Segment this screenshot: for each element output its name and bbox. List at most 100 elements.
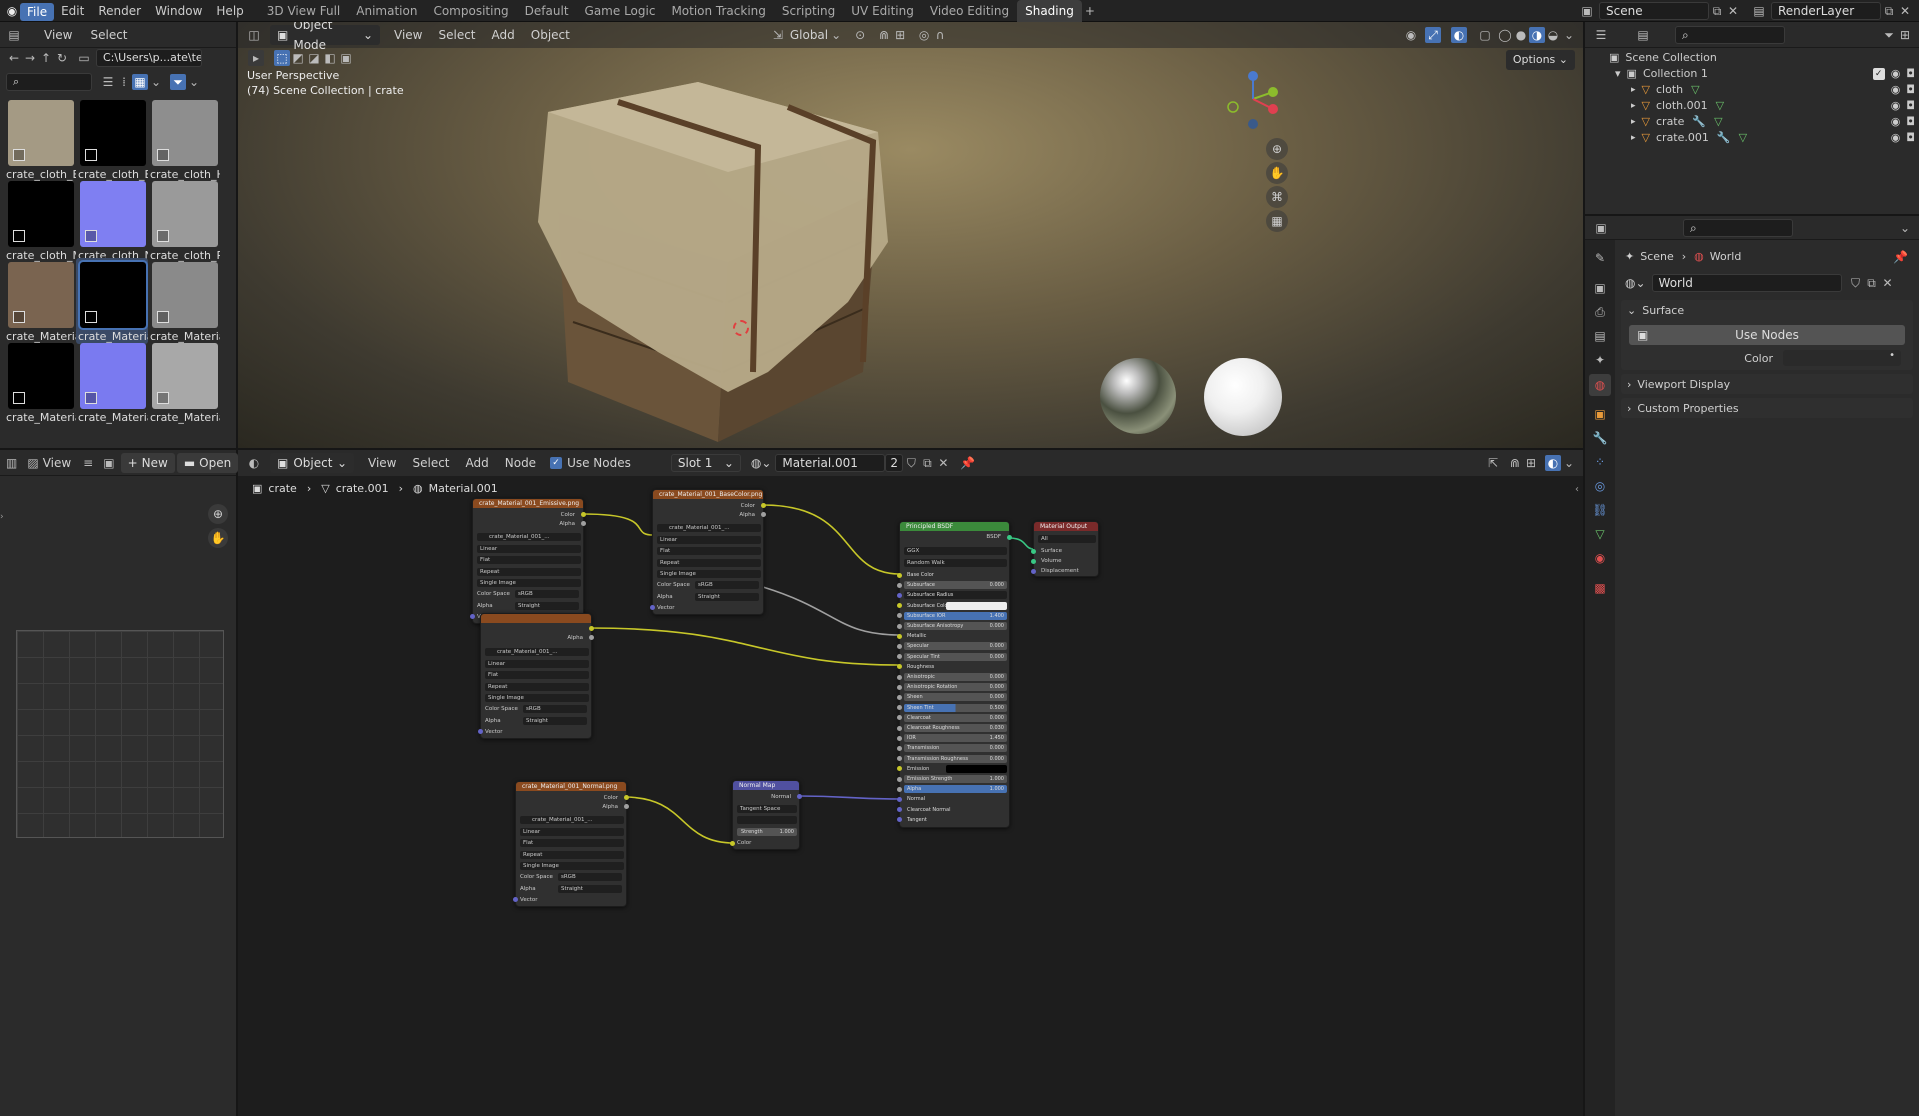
close-layer-icon[interactable]: ✕ xyxy=(1897,3,1913,19)
ortho-grid-icon[interactable]: ▦ xyxy=(1266,210,1288,232)
bsdf-input-row[interactable]: Alpha 1.000 xyxy=(897,785,1007,794)
snap-target-icon[interactable]: ⊞ xyxy=(892,27,908,43)
socket-alpha-out[interactable] xyxy=(589,635,594,640)
socket-vector-in[interactable] xyxy=(513,897,518,902)
render-tab-icon[interactable]: ▣ xyxy=(1592,280,1608,296)
outliner-collection-1[interactable]: ▾ ▣ Collection 1 ✓ ◉ ◘ xyxy=(1615,66,1915,82)
bsdf-input-row[interactable]: IOR 1.450 xyxy=(897,734,1007,743)
input-socket[interactable] xyxy=(897,735,902,741)
select-invert-icon[interactable]: ◧ xyxy=(322,50,338,66)
render-camera-icon[interactable]: ◘ xyxy=(1906,130,1915,146)
snap-icon[interactable]: ⋒ xyxy=(876,27,892,43)
file-thumbnail[interactable]: crate_Materia... xyxy=(4,258,76,344)
input-socket[interactable] xyxy=(897,643,902,649)
file-thumbnail[interactable]: crate_Materia... xyxy=(148,258,220,344)
copy-layer-icon[interactable]: ⧉ xyxy=(1881,3,1897,19)
chevron-down-icon[interactable]: ⌄ xyxy=(1561,27,1577,43)
editor-type-icon[interactable]: ◫ xyxy=(246,27,262,43)
orientation-dropdown[interactable]: Global xyxy=(790,28,828,42)
file-thumbnail[interactable]: crate_cloth_N... xyxy=(76,177,148,263)
collapse-right-icon[interactable]: ‹ xyxy=(1575,484,1579,495)
add-workspace-icon[interactable]: + xyxy=(1082,3,1098,19)
file-thumbnail[interactable]: crate_Materia... xyxy=(76,339,148,425)
bsdf-input-row[interactable]: Subsurface Color xyxy=(897,601,1007,610)
texture-tab-icon[interactable]: ▩ xyxy=(1592,580,1608,596)
crate-model[interactable] xyxy=(518,72,938,448)
camera-icon[interactable]: ⌘ xyxy=(1266,186,1288,208)
extension-dropdown[interactable]: Repeat xyxy=(477,568,581,576)
file-thumbnail[interactable]: crate_cloth_E... xyxy=(76,96,148,182)
menu-edit[interactable]: Edit xyxy=(54,0,91,22)
zoom-icon[interactable]: ⊕ xyxy=(208,504,228,524)
chevron-right-icon[interactable]: ▸ xyxy=(1631,114,1636,130)
socket-color-out[interactable] xyxy=(589,626,594,631)
projection-dropdown[interactable]: Flat xyxy=(520,839,624,847)
path-field[interactable]: C:\Users\p...ate\texture\ xyxy=(96,49,202,67)
shading-material-icon[interactable]: ◑ xyxy=(1529,27,1545,43)
shading-rendered-icon[interactable]: ◒ xyxy=(1545,27,1561,43)
physics-tab-icon[interactable]: ◎ xyxy=(1592,478,1608,494)
node-title[interactable]: Material Output xyxy=(1034,522,1098,531)
material-output-node[interactable]: Material Output All Surface Volume Displ… xyxy=(1031,521,1099,577)
parent-dir-icon[interactable]: ↑ xyxy=(38,50,54,66)
menu-window[interactable]: Window xyxy=(148,0,209,22)
workspace-tab-video-editing[interactable]: Video Editing xyxy=(922,0,1017,22)
use-nodes-button[interactable]: ▣ Use Nodes xyxy=(1629,325,1905,345)
workspace-tab-animation[interactable]: Animation xyxy=(348,0,425,22)
output-tab-icon[interactable]: ⎙ xyxy=(1592,304,1608,320)
file-thumbnail[interactable]: crate_cloth_R... xyxy=(148,177,220,263)
workspace-tab-3d-view-full[interactable]: 3D View Full xyxy=(259,0,349,22)
eye-icon[interactable]: ◉ xyxy=(1891,82,1901,98)
socket-displacement-in[interactable] xyxy=(1031,569,1036,574)
fb-menu-select[interactable]: Select xyxy=(90,28,127,42)
input-socket[interactable] xyxy=(897,817,902,823)
interpolation-dropdown[interactable]: Linear xyxy=(520,828,624,836)
distribution-dropdown[interactable]: GGX xyxy=(904,547,1007,555)
input-socket[interactable] xyxy=(897,572,902,578)
workspace-tab-default[interactable]: Default xyxy=(517,0,577,22)
image-selector[interactable]: crate_Material_001_... xyxy=(485,648,589,656)
editor-type-icon[interactable]: ▣ xyxy=(1593,220,1609,236)
data-tab-icon[interactable]: ▽ xyxy=(1592,526,1608,542)
filter-dropdown-icon[interactable]: ⌄ xyxy=(186,74,202,90)
color-swatch[interactable]: • xyxy=(1783,350,1901,366)
properties-search-input[interactable]: ⌕ xyxy=(1683,218,1793,237)
unlink-icon[interactable]: ✕ xyxy=(1880,275,1896,291)
workspace-tab-motion-tracking[interactable]: Motion Tracking xyxy=(663,0,773,22)
bsdf-input-row[interactable]: Clearcoat Normal xyxy=(897,806,1007,814)
input-socket[interactable] xyxy=(897,633,902,639)
toolbar-toggle-icon[interactable]: ▸ xyxy=(248,50,264,66)
fb-menu-view[interactable]: View xyxy=(44,28,72,42)
eye-icon[interactable]: ◉ xyxy=(1891,98,1901,114)
custom-properties-panel[interactable]: › Custom Properties xyxy=(1621,398,1913,418)
node-title[interactable]: Normal Map xyxy=(733,781,799,790)
image-texture-node-normal[interactable]: crate_Material_001_Normal.png Color Alph… xyxy=(513,781,629,907)
editor-type-icon[interactable]: ▥ xyxy=(6,455,17,471)
new-folder-icon[interactable]: ▭ xyxy=(76,50,92,66)
extension-dropdown[interactable]: Repeat xyxy=(520,851,624,859)
xray-icon[interactable]: ▢ xyxy=(1477,27,1493,43)
render-camera-icon[interactable]: ◘ xyxy=(1906,82,1915,98)
render-layer-field[interactable]: RenderLayer xyxy=(1771,1,1881,20)
outliner-search-input[interactable]: ⌕ xyxy=(1675,25,1785,44)
material-tab-icon[interactable]: ◉ xyxy=(1592,550,1608,566)
normal-map-node[interactable]: Normal Map Normal Tangent Space Strength… xyxy=(730,780,802,850)
vp-menu-object[interactable]: Object xyxy=(531,28,570,42)
principled-bsdf-node[interactable]: Principled BSDF BSDF GGX Random Walk Bas… xyxy=(897,521,1012,828)
image-selector[interactable]: crate_Material_001_... xyxy=(657,524,761,532)
socket-normal-out[interactable] xyxy=(797,794,802,799)
refresh-icon[interactable]: ↻ xyxy=(54,50,70,66)
workspace-tab-game-logic[interactable]: Game Logic xyxy=(577,0,664,22)
object-mode-dropdown[interactable]: ▣ Object Mode ⌄ xyxy=(270,22,380,52)
render-camera-icon[interactable]: ◘ xyxy=(1906,66,1915,82)
eye-icon[interactable]: ◉ xyxy=(1891,66,1901,82)
scene-icon[interactable]: ▣ xyxy=(1579,3,1595,19)
socket-alpha-out[interactable] xyxy=(761,512,766,517)
chevron-right-icon[interactable]: ▸ xyxy=(1631,130,1636,146)
bsdf-input-row[interactable]: Clearcoat 0.000 xyxy=(897,713,1007,722)
bsdf-input-row[interactable]: Tangent xyxy=(897,816,1007,824)
render-layer-icon[interactable]: ▤ xyxy=(1751,3,1767,19)
input-socket[interactable] xyxy=(897,582,902,588)
menu-help[interactable]: Help xyxy=(209,0,250,22)
scene-tab-icon[interactable]: ✦ xyxy=(1592,352,1608,368)
